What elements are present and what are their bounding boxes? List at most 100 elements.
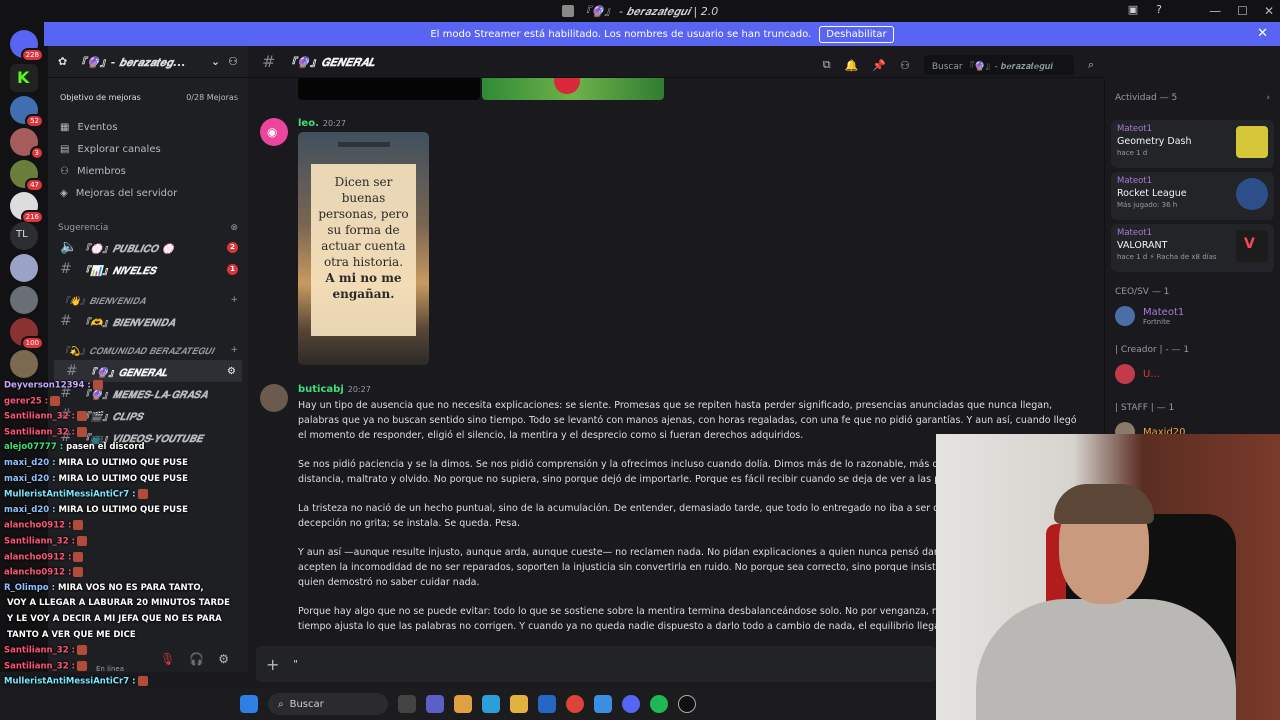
attachment-image[interactable] [482, 78, 664, 100]
taskbar-search[interactable]: ⌕ Buscar [268, 693, 388, 715]
server-icon-7[interactable]: 100 [10, 318, 44, 350]
nav-label: Explorar canales [77, 143, 161, 155]
stream-chat-line: TANTO A VER QUE ME DICE [4, 630, 136, 640]
message-composer[interactable]: + " [256, 646, 936, 682]
boost-goal[interactable]: Objetivo de mejoras 0/28 Mejoras [48, 86, 248, 108]
chat-username: maxi_d20 : [4, 458, 56, 468]
chrome-icon[interactable] [566, 695, 584, 713]
pin-icon[interactable]: 📌 [872, 59, 886, 72]
server-icon-6[interactable] [10, 286, 38, 314]
bell-icon[interactable]: 🔔 [845, 59, 859, 72]
mail-icon[interactable] [594, 695, 612, 713]
kick-server-icon[interactable]: K [10, 64, 38, 92]
stream-chat-line: Deyverson12394 : [4, 380, 103, 391]
stream-chat-line: maxi_d20 : MIRA LO ULTIMO QUE PUSE [4, 505, 188, 515]
add-attachment-icon[interactable]: + [266, 655, 279, 674]
discord-icon[interactable] [622, 695, 640, 713]
close-button[interactable]: ✕ [1264, 4, 1274, 18]
avatar[interactable]: ◉ [260, 118, 288, 146]
emote-icon [77, 536, 87, 546]
server-icon-5[interactable] [10, 254, 38, 282]
nav-label: Miembros [76, 165, 126, 177]
discord-home-icon[interactable]: 228 [10, 30, 44, 62]
channel-bienvenida[interactable]: # 『🫶』𝑩𝑰𝑬𝑵𝑽𝑬𝑵𝑰𝑫𝑨 [48, 310, 248, 332]
copilot-icon[interactable] [454, 695, 472, 713]
stream-chat-overlay: Deyverson12394 : gerer25 : Santiliann_32 :… [0, 378, 230, 720]
threads-icon[interactable]: ⧉ [823, 58, 831, 72]
spotify-icon[interactable] [650, 695, 668, 713]
hash-icon: # [66, 363, 78, 379]
stream-chat-line: Santiliann_32 : [4, 426, 87, 437]
activity-card[interactable]: Mateot1 Rocket League Más jugado: 36 h [1111, 172, 1274, 220]
search-input[interactable]: Buscar 『🔮』- 𝒃𝒆𝒓𝒂𝒛𝒂𝒕𝒆𝒈𝒖𝒊 [923, 55, 1074, 75]
server-header[interactable]: ✿ 『🔮』- 𝒃𝒆𝒓𝒂𝒛𝒂𝒕𝒆𝒈... ⌄ ⚇ [48, 46, 248, 78]
message-author[interactable]: buticabj 20:27 [298, 384, 371, 395]
activity-header[interactable]: Actividad — 5 › [1105, 78, 1280, 118]
server-icon-tl[interactable]: TL [10, 222, 38, 250]
quote-image[interactable]: Dicen ser buenas personas, pero su forma… [298, 132, 429, 365]
maximize-button[interactable]: ☐ [1237, 4, 1248, 18]
message-author[interactable]: leo. 20:27 [298, 118, 346, 129]
minimize-button[interactable]: — [1209, 4, 1221, 18]
chat-username: gerer25 : [4, 396, 49, 407]
category-comunidad[interactable]: 『💫』𝑪𝑶𝑴𝑼𝑵𝑰𝑫𝑨𝑫 𝑩𝑬𝑹𝑨𝒁𝑨𝑻𝑬𝑮𝑼𝑰 + [48, 340, 248, 360]
inbox-icon[interactable]: ▣ [1128, 3, 1138, 16]
emote-icon [73, 551, 84, 562]
server-icon-8[interactable] [10, 350, 38, 378]
server-icon-4[interactable]: 216 [10, 192, 44, 224]
disable-streamer-button[interactable]: Deshabilitar [819, 25, 894, 43]
plus-icon[interactable]: + [230, 295, 238, 305]
store-icon[interactable] [538, 695, 556, 713]
search-icon[interactable]: ⌕ [1088, 58, 1094, 72]
unread-badge: 228 [20, 48, 44, 62]
nav-server-boost[interactable]: ◈ Mejoras del servidor [48, 182, 248, 204]
member-activity: Fortnite [1143, 317, 1171, 326]
help-icon[interactable]: ? [1156, 3, 1162, 16]
add-member-icon[interactable]: ⚇ [228, 55, 238, 68]
nav-events[interactable]: ▦ Eventos [48, 116, 248, 138]
member-item[interactable]: Mateot1 Fortnite [1105, 302, 1280, 330]
boost-value: 0/28 Mejoras [186, 92, 238, 102]
unread-badge: 47 [25, 178, 44, 192]
composer-text[interactable]: " [293, 659, 298, 670]
plus-icon[interactable]: + [230, 345, 238, 355]
category-bienvenida[interactable]: 『👋』𝑩𝑰𝑬𝑵𝑽𝑬𝑵𝑰𝑫𝑨 + [48, 290, 248, 310]
obs-icon[interactable] [678, 695, 696, 713]
avatar[interactable] [260, 384, 288, 412]
chat-username: Santiliann_32 : [4, 645, 75, 656]
server-icon-3[interactable]: 47 [10, 160, 44, 192]
activity-card[interactable]: Mateot1 VALORANT hace 1 d ⚡ Racha de x8 … [1111, 224, 1274, 272]
settings-icon[interactable]: ⚙ [227, 366, 236, 377]
nav-browse-channels[interactable]: ▤ Explorar canales [48, 138, 248, 160]
user-settings-icon[interactable]: ⚙ [218, 652, 229, 666]
stream-chat-line: alancho0912 : [4, 567, 84, 578]
attachment-image[interactable] [298, 78, 480, 100]
server-icon-1[interactable]: 52 [10, 96, 44, 128]
windows-start-icon[interactable] [240, 695, 258, 713]
chat-username: Santiliann_32 : [4, 661, 75, 672]
member-item[interactable]: U... [1105, 360, 1280, 388]
server-initials: TL [16, 229, 28, 240]
close-icon[interactable]: ✕ [1257, 26, 1268, 41]
calendar-icon: ▦ [60, 121, 70, 133]
stream-chat-line: Santiliann_32 : [4, 660, 87, 672]
member-list-icon[interactable]: ⚇ [900, 59, 910, 72]
edge-icon[interactable] [482, 695, 500, 713]
channel-niveles[interactable]: # 『📊』𝑵𝑰𝑽𝑬𝑳𝑬𝑺 1 [48, 258, 248, 280]
chat-message: MIRA LO ULTIMO QUE PUSE [58, 504, 188, 515]
discord-logo-icon: ◉ [267, 125, 278, 139]
task-view-icon[interactable] [398, 695, 416, 713]
browse-icon: ▤ [60, 143, 70, 155]
channel-publico[interactable]: 🔈 『💮』𝑷𝑼𝑩𝑳𝑰𝑪𝑶 💮 2 [48, 236, 248, 258]
activity-title: Actividad — 5 [1115, 93, 1178, 103]
channel-label: 『💮』𝑷𝑼𝑩𝑳𝑰𝑪𝑶 💮 [80, 243, 174, 255]
activity-card[interactable]: Mateot1 Geometry Dash hace 1 d [1111, 120, 1274, 168]
dismiss-icon[interactable]: ⊗ [230, 223, 238, 233]
teams-icon[interactable] [426, 695, 444, 713]
server-icon-2[interactable]: 3 [10, 128, 44, 160]
file-explorer-icon[interactable] [510, 695, 528, 713]
emote-icon [77, 426, 87, 437]
nav-members[interactable]: ⚇ Miembros [48, 160, 248, 182]
chevron-right-icon[interactable]: › [1266, 93, 1270, 103]
author-name: leo. [298, 118, 319, 129]
